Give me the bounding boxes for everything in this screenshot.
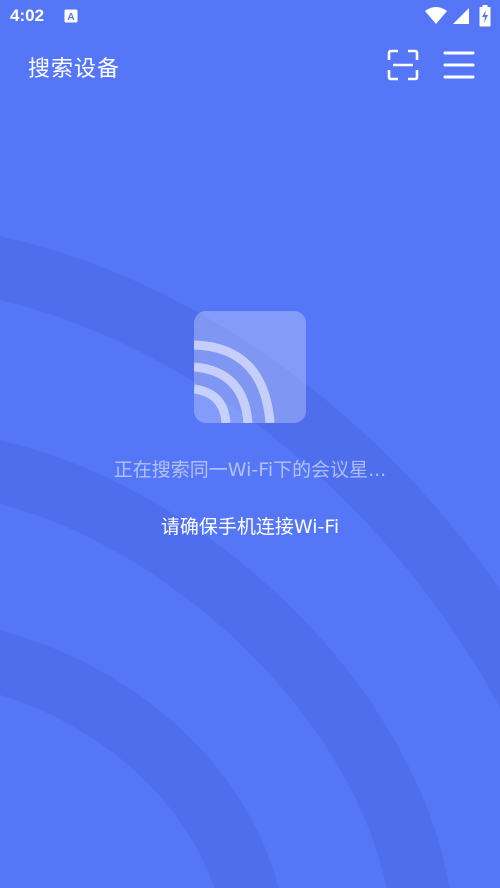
page-title: 搜索设备 <box>28 57 121 82</box>
a-box-icon: A <box>64 9 78 23</box>
wifi-icon <box>425 7 447 24</box>
svg-text:A: A <box>67 12 74 23</box>
wifi-hint-text: 请确保手机连接Wi-Fi <box>160 516 340 538</box>
battery-charging-icon <box>479 5 491 27</box>
status-bar: 4:02 A <box>0 0 500 34</box>
scan-button[interactable] <box>386 48 420 82</box>
cast-wifi-icon <box>194 311 306 423</box>
scan-icon <box>387 49 419 81</box>
status-time: 4:02 <box>10 6 45 25</box>
signal-icon <box>453 8 469 24</box>
app-bar: 搜索设备 <box>0 34 500 96</box>
menu-button[interactable] <box>441 48 477 82</box>
menu-icon <box>443 51 475 79</box>
background-arcs <box>0 236 500 888</box>
searching-status-text: 正在搜索同一Wi-Fi下的会议星... <box>113 459 387 481</box>
